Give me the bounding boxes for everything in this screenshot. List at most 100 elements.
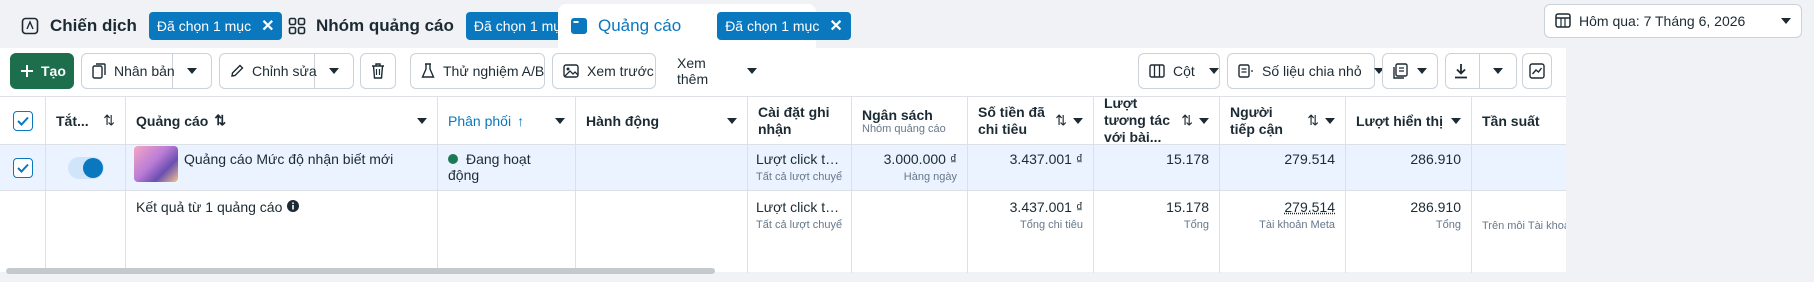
chevron-down-icon <box>1781 18 1791 24</box>
delete-button[interactable] <box>360 53 396 89</box>
horizontal-scrollbar[interactable] <box>6 268 715 274</box>
sort-icon[interactable]: ⇅ <box>1055 112 1067 129</box>
chevron-down-icon <box>747 68 757 74</box>
sort-icon[interactable]: ⇅ <box>1181 112 1193 129</box>
toggle-knob <box>82 157 103 178</box>
table-row <box>46 145 125 191</box>
ab-test-button[interactable]: Thử nghiệm A/B <box>410 53 545 89</box>
chevron-down-icon[interactable] <box>1073 117 1083 124</box>
spent-sub: Tổng chi tiêu <box>1020 219 1083 231</box>
budget-column: Ngân sách Nhóm quảng cáo 3.000.000 ₫ Hàn… <box>852 97 968 273</box>
ad-status-toggle[interactable] <box>67 156 104 179</box>
header-engagement[interactable]: Lượt tương tác với bài... ⇅ <box>1094 95 1219 145</box>
export-button[interactable] <box>1446 54 1480 88</box>
impressions-column: Lượt hiển thị 286.910 286.910 Tổng <box>1346 97 1472 273</box>
sort-icon[interactable]: ⇅ <box>214 112 226 129</box>
chevron-down-icon[interactable] <box>555 117 565 124</box>
tab-adsets[interactable]: Nhóm quảng cáo Đã chọn 1 mục✕ <box>276 4 600 48</box>
impressions-value: 286.910 <box>1410 151 1461 167</box>
actions-column: Hành động <box>576 97 748 273</box>
header-delivery[interactable]: Phân phối ↑ <box>438 97 575 145</box>
download-icon <box>1454 63 1468 79</box>
columns-button[interactable]: Cột <box>1138 53 1220 89</box>
header-attribution[interactable]: Cài đặt ghi nhận <box>748 97 851 145</box>
header-impressions[interactable]: Lượt hiển thị <box>1346 97 1471 145</box>
engagement-value: 15.178 <box>1166 151 1209 167</box>
header-actions[interactable]: Hành động <box>576 97 747 145</box>
table-row: Quảng cáo Mức độ nhận biết mới <box>126 145 437 191</box>
tab-label: Chiến dịch <box>50 16 137 35</box>
chevron-down-icon[interactable] <box>1199 117 1209 124</box>
table-row <box>0 145 45 191</box>
ad-thumbnail[interactable] <box>134 146 178 182</box>
header-ad[interactable]: Quảng cáo ⇅ <box>126 97 437 145</box>
chevron-down-icon[interactable] <box>1451 117 1461 124</box>
table-row <box>576 145 747 191</box>
chevron-down-icon[interactable] <box>417 117 427 124</box>
date-range-picker-overlay[interactable]: Hôm qua: 7 Tháng 6, 2026 <box>1544 4 1802 38</box>
tab-ads[interactable]: Quảng cáo Đã chọn 1 mục ✕ <box>558 4 851 48</box>
toolbar: Tạo Nhân bản Chỉnh sửa Thử nghiệm A/B Xe… <box>0 48 1814 96</box>
copy-icon <box>92 63 106 79</box>
edit-dropdown[interactable] <box>315 54 353 88</box>
ad-icon <box>570 16 588 36</box>
ad-name-link[interactable]: Quảng cáo Mức độ nhận biết mới <box>184 151 393 167</box>
delivery-column: Phân phối ↑ Đang hoạt động <box>438 97 576 273</box>
export-dropdown[interactable] <box>1480 54 1516 88</box>
summary-label: Kết quả từ 1 quảng cáo <box>136 199 283 215</box>
ad-column: Quảng cáo ⇅ Quảng cáo Mức độ nhận biết m… <box>126 97 438 273</box>
summary-row: 15.178 Tổng <box>1094 191 1219 273</box>
summary-row: 286.910 Tổng <box>1346 191 1471 273</box>
sort-icon[interactable]: ⇅ <box>103 112 115 129</box>
summary-row <box>852 191 967 273</box>
selection-chip[interactable]: Đã chọn 1 mục✕ <box>148 12 283 40</box>
engagement-sub: Tổng <box>1183 219 1209 231</box>
selection-chip[interactable]: Đã chọn 1 mục✕ <box>717 12 851 40</box>
summary-row <box>46 191 125 273</box>
tab-campaigns[interactable]: Chiến dịch Đã chọn 1 mục ✕ <box>8 4 300 48</box>
edit-button[interactable]: Chỉnh sửa <box>220 54 317 88</box>
reach-value[interactable]: 279.514 <box>1230 199 1335 215</box>
engagement-column: Lượt tương tác với bài... ⇅ 15.178 15.17… <box>1094 95 1220 273</box>
summary-row: Lượt click tro... Tất cả lượt chuyể... <box>748 191 851 273</box>
campaign-icon <box>20 16 40 36</box>
charts-button[interactable] <box>1522 53 1552 89</box>
sort-ascending-icon[interactable]: ↑ <box>517 113 524 129</box>
spent-column: Số tiền đã chi tiêu ⇅ 3.437.001 ₫ 3.437.… <box>968 97 1094 273</box>
attribution-column: Cài đặt ghi nhận Lượt click tro... Tất c… <box>748 97 852 273</box>
attribution-value[interactable]: Lượt click tro... <box>756 151 843 167</box>
table-row: 3.000.000 ₫ Hàng ngày <box>852 145 967 191</box>
chevron-down-icon[interactable] <box>727 117 737 124</box>
chevron-down-icon[interactable] <box>1325 117 1335 124</box>
header-spent[interactable]: Số tiền đã chi tiêu ⇅ <box>968 97 1093 145</box>
more-button[interactable]: Xem thêm <box>677 53 757 89</box>
breakdown-button[interactable]: Số liệu chia nhỏ <box>1227 53 1384 89</box>
plus-icon <box>21 65 33 77</box>
table-row: Lượt click tro... Tất cả lượt chuyể... <box>748 145 851 191</box>
info-icon[interactable] <box>287 200 300 212</box>
sort-icon[interactable]: ⇅ <box>1307 112 1319 129</box>
image-icon <box>563 64 579 78</box>
close-icon[interactable]: ✕ <box>261 16 274 36</box>
breakdown-icon <box>1238 64 1254 78</box>
summary-row <box>576 191 747 273</box>
select-all-checkbox[interactable] <box>12 110 33 131</box>
header-toggle[interactable]: Tắt... ⇅ <box>46 97 125 145</box>
summary-row: Kết quả từ 1 quảng cáo <box>126 191 437 273</box>
summary-row <box>438 191 575 273</box>
level-tabs-bar: Chiến dịch Đã chọn 1 mục ✕ Nhóm quảng cáo… <box>0 0 1814 48</box>
row-checkbox[interactable] <box>12 157 33 178</box>
create-button[interactable]: Tạo <box>10 53 74 89</box>
header-reach[interactable]: Người tiếp cận ⇅ <box>1220 97 1345 145</box>
duplicate-button[interactable]: Nhân bản <box>82 54 175 88</box>
reach-value: 279.514 <box>1284 151 1335 167</box>
header-budget[interactable]: Ngân sách Nhóm quảng cáo <box>852 97 967 145</box>
preview-button[interactable]: Xem trước <box>552 53 656 89</box>
tab-label: Nhóm quảng cáo <box>316 16 454 35</box>
reports-button[interactable] <box>1382 53 1438 89</box>
duplicate-dropdown[interactable] <box>173 54 211 88</box>
budget-value[interactable]: 3.000.000 ₫ <box>862 151 957 167</box>
select-column <box>0 97 46 273</box>
engagement-value: 15.178 <box>1166 199 1209 215</box>
close-icon[interactable]: ✕ <box>829 16 842 36</box>
